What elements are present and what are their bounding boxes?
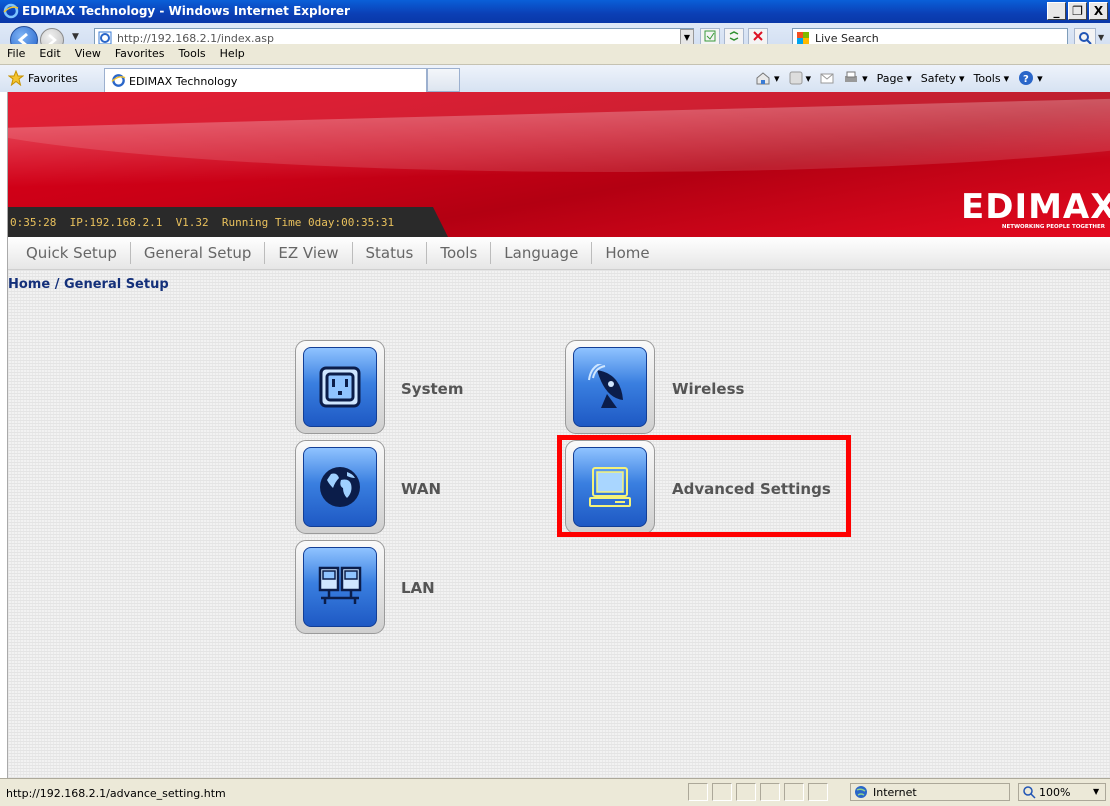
printer-icon	[845, 71, 858, 82]
tab-edimax[interactable]: EDIMAX Technology	[104, 68, 427, 92]
header-banner: 0:35:28 IP:192.168.2.1 V1.32 Running Tim…	[8, 92, 1110, 237]
wireless-label[interactable]: Wireless	[672, 380, 744, 398]
status-pane	[688, 783, 708, 801]
menu-tools[interactable]: Tools	[172, 44, 213, 64]
status-pane	[784, 783, 804, 801]
nav-status[interactable]: Status	[353, 242, 428, 264]
status-pane	[712, 783, 732, 801]
window-title: EDIMAX Technology - Windows Internet Exp…	[22, 4, 350, 18]
network-computers-icon	[318, 566, 362, 604]
help-menu[interactable]: ? ▾	[1018, 70, 1043, 86]
nav-tools[interactable]: Tools	[427, 242, 492, 264]
page-menu[interactable]: Page ▾	[877, 72, 912, 85]
status-pane	[760, 783, 780, 801]
tools-menu[interactable]: Tools ▾	[973, 72, 1009, 85]
search-options-dropdown[interactable]: ▼	[1098, 33, 1104, 42]
menu-favorites[interactable]: Favorites	[108, 44, 172, 64]
safety-menu[interactable]: Safety ▾	[921, 72, 965, 85]
security-zone[interactable]: Internet	[850, 783, 1010, 801]
ie-logo-icon	[3, 3, 19, 19]
zoom-dropdown[interactable]: ▼	[1093, 787, 1099, 796]
zoom-level: 100%	[1039, 786, 1071, 799]
refresh-icon	[729, 31, 739, 41]
feeds-icon	[789, 71, 803, 85]
zoom-magnifier-icon	[1023, 786, 1036, 799]
favorites-button[interactable]: Favorites	[28, 72, 78, 85]
page-menu-label: Page	[876, 71, 904, 85]
home-command[interactable]: ▾	[755, 71, 780, 85]
new-tab-button[interactable]	[427, 68, 460, 92]
breadcrumb: Home / General Setup	[8, 277, 169, 292]
internet-globe-icon	[855, 786, 867, 798]
help-icon: ?	[1019, 71, 1034, 85]
nav-general-setup[interactable]: General Setup	[131, 242, 266, 264]
close-button[interactable]: X	[1089, 2, 1108, 20]
router-status-line: 0:35:28 IP:192.168.2.1 V1.32 Running Tim…	[10, 216, 395, 229]
tools-menu-label: Tools	[973, 71, 1001, 85]
minimize-button[interactable]: _	[1047, 2, 1066, 20]
edimax-logo: EDIMAX NETWORKING PEOPLE TOGETHER	[961, 187, 1110, 230]
history-dropdown[interactable]: ▼	[72, 32, 79, 42]
system-tile-button[interactable]	[295, 340, 385, 434]
system-label[interactable]: System	[401, 380, 463, 398]
mail-icon	[820, 73, 834, 84]
status-link-url: http://192.168.2.1/advance_setting.htm	[6, 787, 226, 800]
nav-language[interactable]: Language	[491, 242, 593, 264]
menu-file[interactable]: File	[0, 44, 32, 64]
ie-page-icon	[98, 31, 112, 45]
status-pane	[736, 783, 756, 801]
nav-home[interactable]: Home	[592, 242, 662, 264]
svg-text:?: ?	[1023, 74, 1029, 85]
command-bar: ▾ ▾ ▾ Page ▾ Safety ▾ Tools ▾ ? ▾	[755, 70, 1043, 86]
print-command[interactable]: ▾	[843, 71, 868, 85]
nav-ez-view[interactable]: EZ View	[265, 242, 353, 264]
favorites-star-icon[interactable]	[8, 70, 24, 86]
menu-bar: File Edit View Favorites Tools Help	[0, 44, 1110, 65]
menu-edit[interactable]: Edit	[32, 44, 67, 64]
globe-icon	[320, 467, 360, 507]
page-frame-edge	[0, 92, 8, 778]
highlight-annotation-box	[557, 435, 851, 537]
power-outlet-icon	[319, 366, 361, 408]
wireless-tile-button[interactable]	[565, 340, 655, 434]
menu-help[interactable]: Help	[213, 44, 252, 64]
window-titlebar: EDIMAX Technology - Windows Internet Exp…	[0, 0, 1110, 23]
status-pane	[808, 783, 828, 801]
mail-command[interactable]	[820, 72, 834, 84]
brand-name: EDIMAX	[961, 187, 1110, 227]
ie-tab-icon	[111, 74, 126, 87]
tab-title: EDIMAX Technology	[129, 75, 238, 88]
lan-label[interactable]: LAN	[401, 579, 435, 597]
router-nav: Quick Setup General Setup EZ View Status…	[8, 237, 1110, 270]
stop-icon	[753, 31, 763, 41]
home-icon	[756, 72, 770, 85]
maximize-button[interactable]: ❐	[1068, 2, 1087, 20]
compatibility-icon	[704, 30, 716, 42]
safety-menu-label: Safety	[920, 71, 956, 85]
wan-label[interactable]: WAN	[401, 480, 441, 498]
zoom-control[interactable]: 100% ▼	[1018, 783, 1106, 801]
status-bar: http://192.168.2.1/advance_setting.htm I…	[0, 778, 1110, 806]
lan-tile-button[interactable]	[295, 540, 385, 634]
magnifier-icon	[1079, 32, 1092, 45]
feeds-command[interactable]: ▾	[789, 71, 811, 85]
status-strip: 0:35:28 IP:192.168.2.1 V1.32 Running Tim…	[8, 207, 448, 237]
nav-quick-setup[interactable]: Quick Setup	[8, 242, 131, 264]
router-page: 0:35:28 IP:192.168.2.1 V1.32 Running Tim…	[8, 92, 1110, 778]
wan-tile-button[interactable]	[295, 440, 385, 534]
live-search-icon	[797, 32, 809, 44]
satellite-dish-icon	[588, 364, 623, 408]
menu-view[interactable]: View	[68, 44, 108, 64]
favorites-bar: Favorites EDIMAX Technology ▾ ▾ ▾ Page ▾ …	[0, 65, 1110, 93]
security-zone-label: Internet	[873, 786, 917, 799]
